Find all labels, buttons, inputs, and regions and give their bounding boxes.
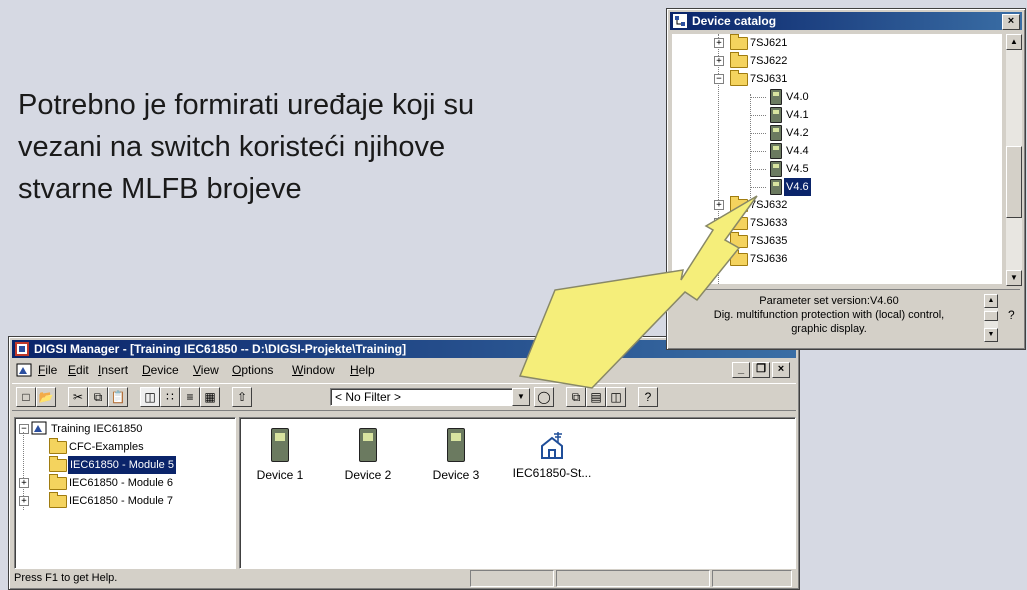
drag-arrow-overlay [518,195,758,389]
drag-arrow-shape [518,195,758,389]
